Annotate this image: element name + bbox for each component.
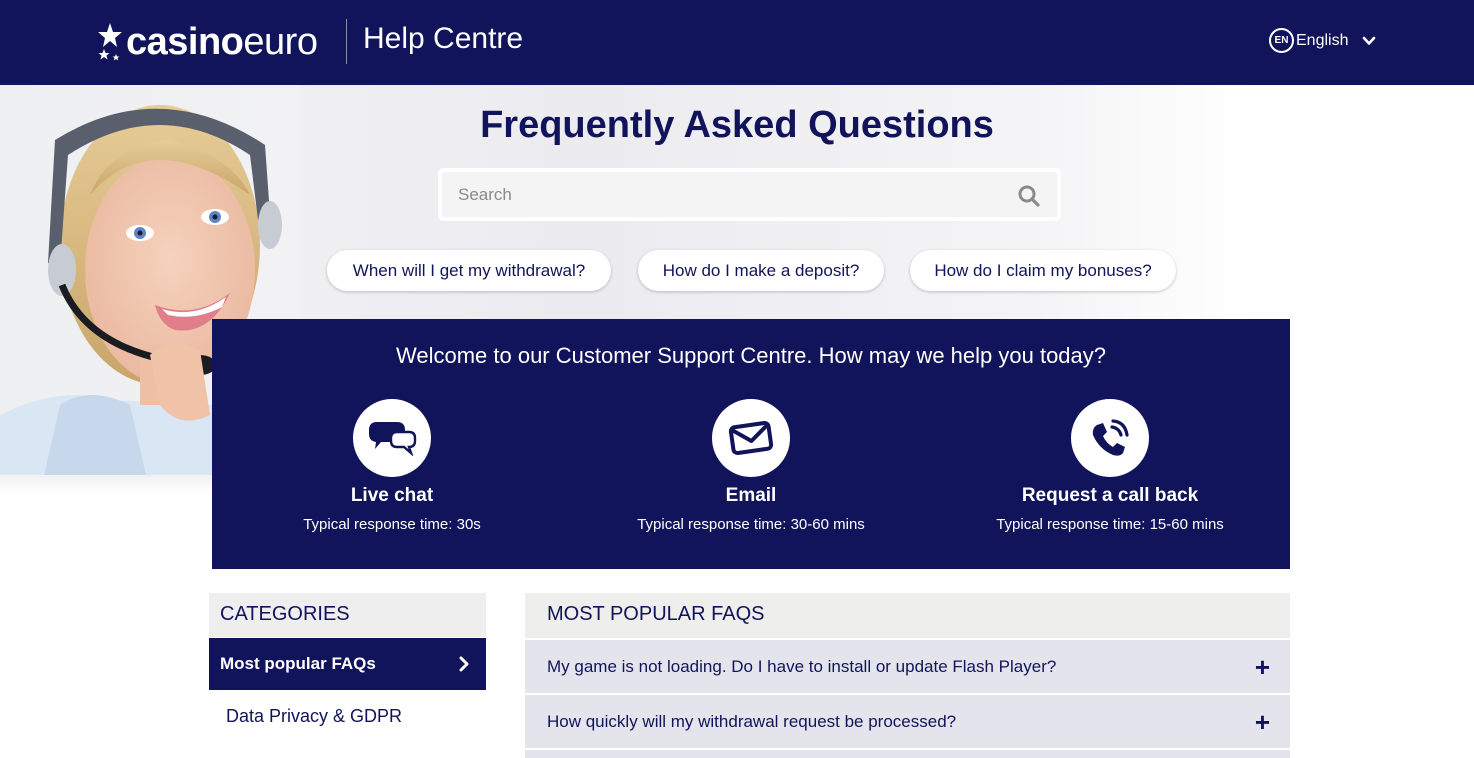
chat-bubbles-icon: [369, 422, 417, 456]
categories-heading: CATEGORIES: [209, 593, 486, 637]
live-chat-response-time: Typical response time: 30s: [303, 516, 481, 533]
category-label: Most popular FAQs: [220, 654, 376, 673]
live-chat-icon-circle: [353, 399, 431, 477]
live-chat-label: Live chat: [350, 485, 434, 506]
email-option[interactable]: Email Typical response time: 30-60 mins: [631, 399, 871, 535]
top-navigation-bar: casino euro Help Centre EN English: [0, 0, 1474, 85]
quick-link-bonuses[interactable]: How do I claim my bonuses?: [910, 250, 1176, 291]
email-label: Email: [725, 485, 777, 506]
support-channels-panel: Welcome to our Customer Support Centre. …: [212, 319, 1290, 569]
email-response-time: Typical response time: 30-60 mins: [637, 516, 865, 533]
logo-divider: [346, 19, 347, 64]
faq-item-partial[interactable]: [525, 748, 1290, 758]
live-chat-option[interactable]: Live chat Typical response time: 30s: [272, 399, 512, 535]
hero-photo-fade: [0, 475, 212, 493]
faq-item[interactable]: How quickly will my withdrawal request b…: [525, 693, 1290, 748]
category-most-popular-faqs[interactable]: Most popular FAQs: [209, 637, 486, 690]
email-icon-circle: [712, 399, 790, 477]
welcome-message: Welcome to our Customer Support Centre. …: [395, 343, 1107, 368]
quick-link-deposit[interactable]: How do I make a deposit?: [638, 250, 884, 291]
logo-text-euro: euro: [243, 20, 318, 63]
search-input[interactable]: [458, 182, 998, 208]
help-centre-title: Help Centre: [363, 22, 524, 55]
language-badge-icon: EN: [1269, 28, 1294, 53]
faq-question: How quickly will my withdrawal request b…: [547, 711, 957, 731]
plus-expand-icon[interactable]: +: [1255, 654, 1270, 680]
call-back-icon-circle: [1071, 399, 1149, 477]
call-back-label: Request a call back: [1021, 485, 1199, 506]
phone-ringing-icon: [1092, 419, 1129, 456]
quick-link-withdrawal[interactable]: When will I get my withdrawal?: [327, 250, 611, 291]
faq-question: My game is not loading. Do I have to ins…: [547, 656, 1057, 676]
logo-text-casino: casino: [126, 20, 244, 63]
casinoeuro-logo[interactable]: casino euro: [96, 18, 318, 66]
stars-logo-icon: [98, 23, 122, 61]
faqs-heading: MOST POPULAR FAQS: [525, 593, 1290, 638]
call-back-response-time: Typical response time: 15-60 mins: [996, 516, 1224, 533]
search-icon[interactable]: [1017, 184, 1041, 208]
chevron-right-icon: [459, 656, 469, 672]
page-title: Frequently Asked Questions: [480, 104, 994, 146]
envelope-icon: [728, 420, 774, 456]
call-back-option[interactable]: Request a call back Typical response tim…: [990, 399, 1230, 535]
language-label: English: [1296, 31, 1349, 49]
faq-item[interactable]: My game is not loading. Do I have to ins…: [525, 638, 1290, 693]
plus-expand-icon[interactable]: +: [1255, 709, 1270, 735]
category-label: Data Privacy & GDPR: [226, 705, 403, 726]
language-selector[interactable]: EN English: [1269, 28, 1376, 53]
most-popular-faqs-panel: MOST POPULAR FAQS My game is not loading…: [525, 593, 1290, 758]
categories-sidebar: CATEGORIES Most popular FAQs Data Privac…: [209, 593, 486, 742]
search-box[interactable]: [438, 168, 1061, 221]
chevron-down-icon: [1363, 36, 1376, 45]
category-data-privacy-gdpr[interactable]: Data Privacy & GDPR: [209, 690, 486, 742]
